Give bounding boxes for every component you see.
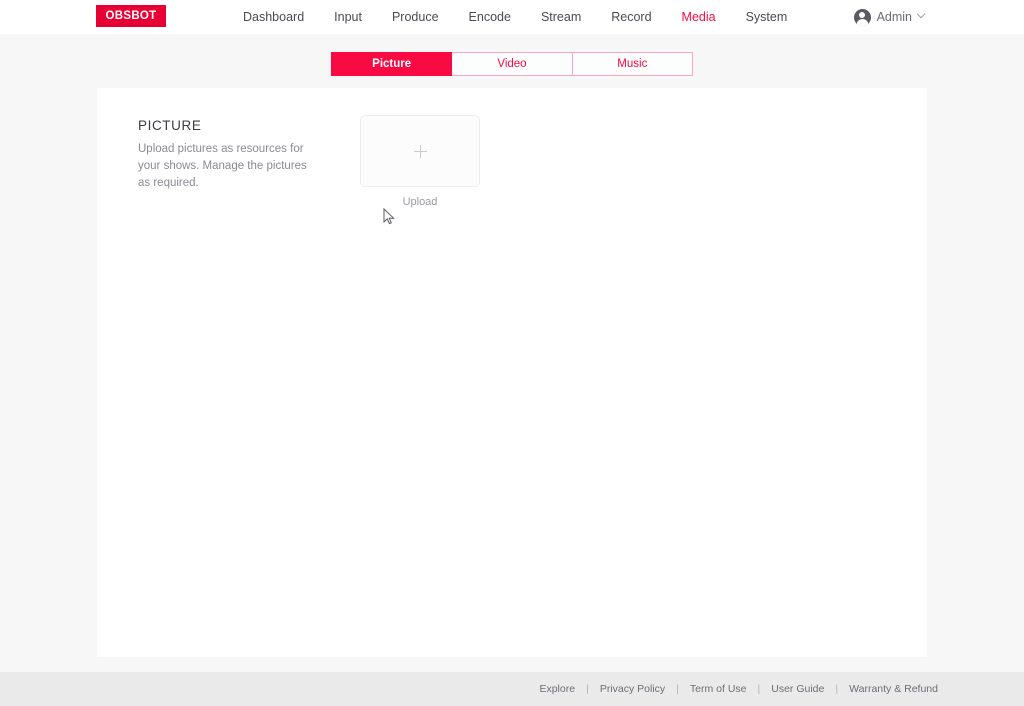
footer-link-explore[interactable]: Explore [539, 683, 575, 695]
user-menu[interactable]: Admin [854, 0, 924, 34]
footer-link-term-of-use[interactable]: Term of Use [690, 683, 747, 695]
nav-item-produce[interactable]: Produce [377, 10, 454, 24]
section-description: Upload pictures as resources for your sh… [138, 141, 318, 192]
main-navigation: Dashboard Input Produce Encode Stream Re… [228, 0, 802, 34]
user-name-label: Admin [877, 10, 912, 24]
user-avatar-icon [854, 9, 871, 26]
chevron-down-icon [917, 10, 925, 18]
tab-picture[interactable]: Picture [331, 52, 452, 76]
tab-video[interactable]: Video [452, 52, 572, 76]
nav-item-media[interactable]: Media [667, 10, 731, 24]
page-title: PICTURE [138, 118, 201, 133]
tab-music[interactable]: Music [573, 52, 693, 76]
upload-area: Upload [360, 115, 480, 208]
footer-separator: | [665, 683, 690, 695]
footer-link-warranty-refund[interactable]: Warranty & Refund [849, 683, 938, 695]
footer-separator: | [824, 683, 849, 695]
upload-label[interactable]: Upload [360, 196, 480, 208]
nav-item-record[interactable]: Record [596, 10, 666, 24]
obsbot-logo[interactable]: OBSBOT [96, 5, 166, 27]
nav-item-encode[interactable]: Encode [454, 10, 526, 24]
app-header: OBSBOT Dashboard Input Produce Encode St… [0, 0, 1024, 34]
footer-link-privacy-policy[interactable]: Privacy Policy [600, 683, 665, 695]
nav-item-input[interactable]: Input [319, 10, 377, 24]
footer-links: Explore | Privacy Policy | Term of Use |… [539, 683, 1024, 695]
footer-separator: | [747, 683, 772, 695]
app-footer: Explore | Privacy Policy | Term of Use |… [0, 672, 1024, 706]
footer-link-user-guide[interactable]: User Guide [771, 683, 824, 695]
content-card: PICTURE Upload pictures as resources for… [97, 88, 927, 657]
nav-item-stream[interactable]: Stream [526, 10, 596, 24]
footer-separator: | [575, 683, 600, 695]
nav-item-system[interactable]: System [731, 10, 803, 24]
media-type-tabs: Picture Video Music [331, 52, 693, 76]
upload-dropzone[interactable] [360, 115, 480, 187]
plus-icon [414, 145, 427, 158]
nav-item-dashboard[interactable]: Dashboard [228, 10, 319, 24]
